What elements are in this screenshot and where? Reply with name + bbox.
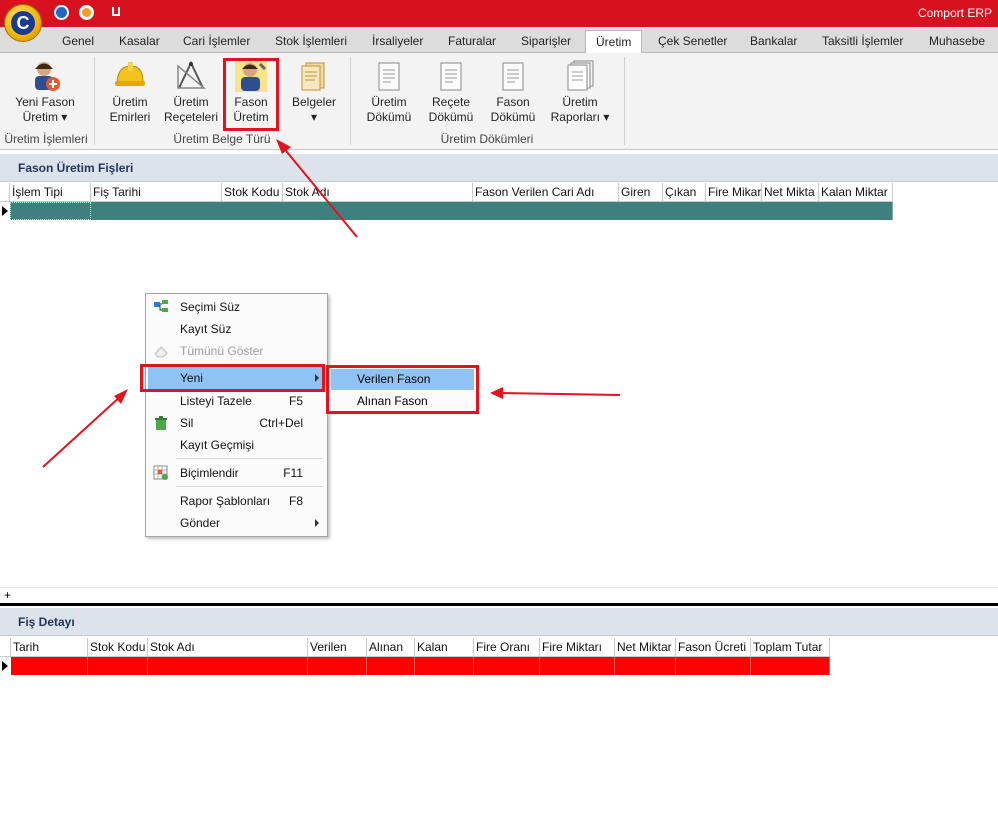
menu-label: Biçimlendir [180,466,239,480]
grid-cell[interactable] [367,657,415,675]
grid-cell[interactable] [88,657,148,675]
menu-shortcut: F11 [283,466,303,480]
menu-item-kayit-gecmisi[interactable]: Kayıt Geçmişi [148,434,325,456]
grid-cell[interactable] [615,657,676,675]
menu-label: Kayıt Süz [180,322,232,336]
menu-label: Rapor Şablonları [180,494,271,508]
column-header-net-miktar[interactable]: Net Miktar [615,638,676,657]
row-indicator-icon [2,661,8,671]
menu-label: Tümünü Göster [180,344,264,358]
menu-shortcut: F5 [288,394,303,408]
app-logo-icon[interactable]: C [4,4,42,42]
menu-label: Sil [180,416,194,430]
menu-item-tumunu-goster: Tümünü Göster [148,340,325,362]
annotation-box-fason-uretim [223,58,279,131]
row-indicator-header [0,638,11,657]
column-header-alinan[interactable]: Alınan [367,638,415,657]
format-grid-icon [153,465,169,481]
annotation-box-submenu [326,365,479,414]
grid-cell[interactable] [148,657,308,675]
grid-cell[interactable] [415,657,474,675]
column-header-verilen[interactable]: Verilen [308,638,367,657]
menu-shortcut: F8 [288,494,303,508]
menu-label: Seçimi Süz [180,300,241,314]
context-menu: Seçimi Süz Kayıt Süz Tümünü Göster Yeni … [145,293,328,537]
grid-cell[interactable] [474,657,540,675]
column-header-fire-miktari[interactable]: Fire Miktarı [540,638,615,657]
column-header-fason-ucreti[interactable]: Fason Ücreti [676,638,751,657]
section-title: Fiş Detayı [18,615,75,629]
menu-item-secimi-suz[interactable]: Seçimi Süz [148,296,325,318]
menu-separator [176,458,323,459]
add-row-icon[interactable]: + [4,588,11,602]
column-header-fire-orani[interactable]: Fire Oranı [474,638,540,657]
fis-detayi-header: Fiş Detayı [0,608,998,636]
menu-label: Gönder [180,516,221,530]
submenu-arrow-icon [315,519,319,527]
logo-letter: C [11,11,35,35]
column-header-stok-adi[interactable]: Stok Adı [148,638,308,657]
menu-shortcut: Ctrl+Del [259,416,303,430]
menu-label: Kayıt Geçmişi [180,438,255,452]
grid-cell[interactable] [751,657,830,675]
menu-item-kayit-suz[interactable]: Kayıt Süz [148,318,325,340]
grid-cell[interactable] [11,657,88,675]
menu-item-listeyi-tazele[interactable]: Listeyi Tazele F5 [148,390,325,412]
grid-cell[interactable] [676,657,751,675]
column-header-tarih[interactable]: Tarih [11,638,88,657]
column-header-stok-kodu[interactable]: Stok Kodu [88,638,148,657]
eraser-icon [153,343,169,359]
annotation-box-yeni [140,364,325,392]
column-header-kalan[interactable]: Kalan [415,638,474,657]
grid-cell[interactable] [540,657,615,675]
detail-grid-row[interactable] [0,657,830,675]
splitter[interactable] [0,603,998,606]
grid-cell[interactable] [308,657,367,675]
menu-item-rapor-sablonlari[interactable]: Rapor Şablonları F8 [148,490,325,512]
menu-label: Listeyi Tazele [180,394,252,408]
menu-item-sil[interactable]: Sil Ctrl+Del [148,412,325,434]
delete-icon [153,415,169,431]
detail-grid-header: Tarih Stok Kodu Stok Adı Verilen Alınan … [0,638,830,657]
column-header-toplam-tutar[interactable]: Toplam Tutar [751,638,830,657]
menu-item-gonder[interactable]: Gönder [148,512,325,534]
menu-separator [176,486,323,487]
filter-selection-icon [153,299,169,315]
grid-footer-row: + [0,587,998,603]
menu-item-bicimlendir[interactable]: Biçimlendir F11 [148,462,325,484]
